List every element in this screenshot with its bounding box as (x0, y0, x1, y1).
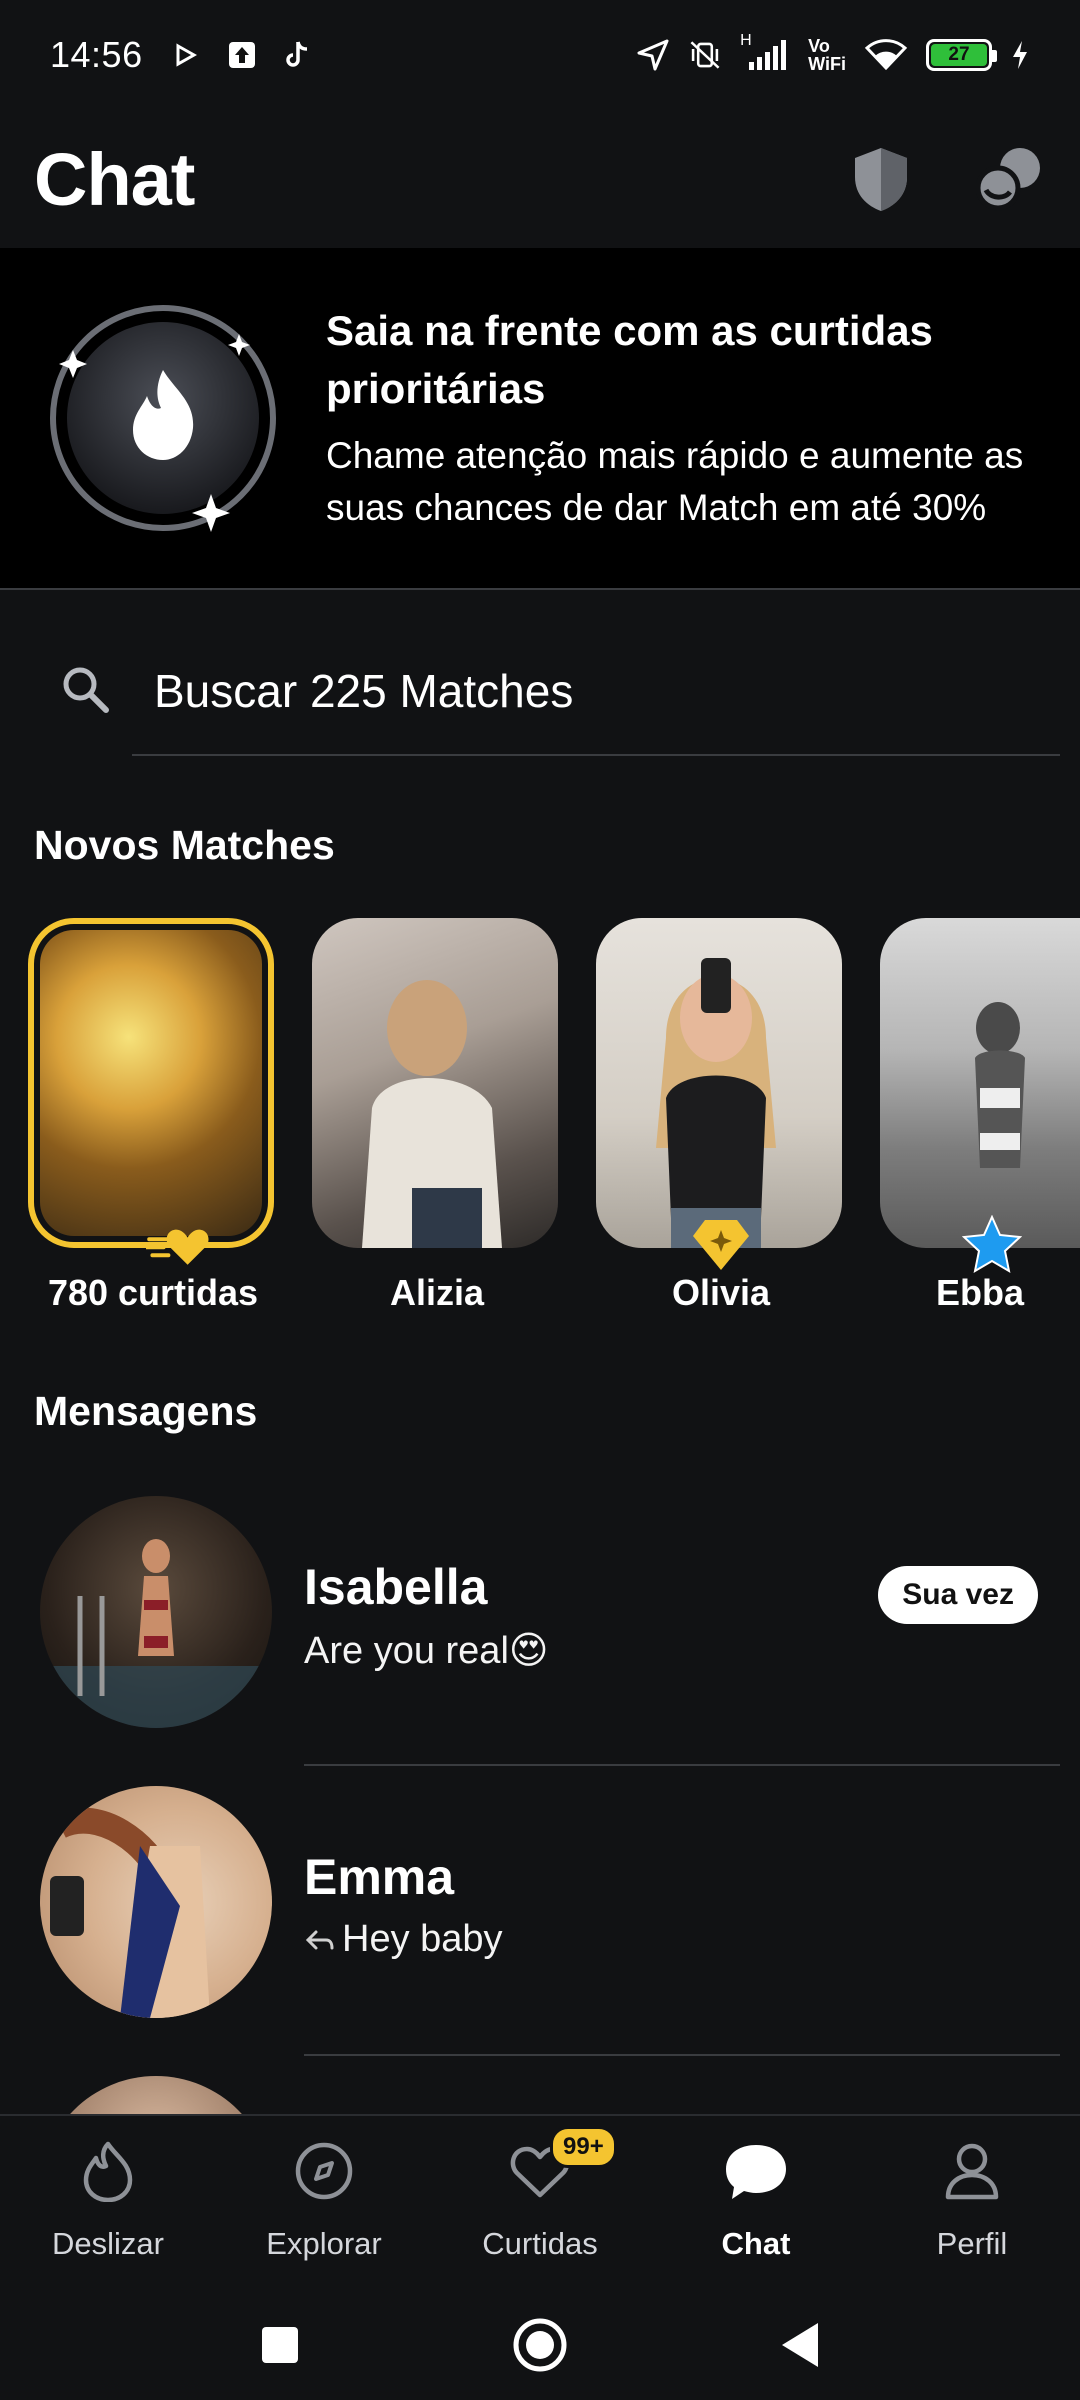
priority-likes-banner[interactable]: Saia na frente com as curtidas prioritár… (0, 248, 1080, 590)
battery-indicator: 27 (926, 39, 997, 71)
shield-icon (855, 148, 907, 211)
likes-photo (28, 918, 274, 1248)
match-card-likes[interactable]: 780 curtidas (28, 918, 278, 1313)
contact-name: Emma (304, 1849, 455, 1905)
chat-bubbles-icon (976, 148, 1040, 211)
status-bar: 14:56 H Vo WiFi 27 (0, 0, 1080, 110)
divider (304, 2054, 1060, 2056)
upload-icon (225, 38, 259, 72)
app-header: Chat (0, 110, 1080, 248)
tab-label: Deslizar (52, 2226, 164, 2261)
match-name: Alizia (389, 1272, 485, 1313)
new-matches-carousel[interactable]: 780 curtidas Alizia Olivia Ebba (0, 918, 1080, 1318)
bottom-navigation: Deslizar Explorar 99+ Curtidas Chat Perf… (0, 2114, 1080, 2290)
message-preview: Are you real😍 (304, 1630, 549, 1672)
tiktok-icon (281, 38, 315, 72)
location-arrow-icon (636, 38, 670, 72)
your-turn-badge: Sua vez (878, 1566, 1038, 1624)
home-button[interactable] (510, 2315, 570, 2375)
flame-icon (73, 2136, 143, 2206)
charging-bolt-icon (1010, 38, 1030, 72)
person-icon (937, 2136, 1007, 2206)
tab-label: Chat (721, 2226, 791, 2261)
messages-title: Mensagens (34, 1388, 258, 1434)
contact-name: Isabella (304, 1559, 488, 1615)
status-indicators: H Vo WiFi 27 (636, 32, 1030, 74)
match-photo (880, 918, 1080, 1248)
vibrate-off-icon (688, 38, 722, 72)
gold-gem-icon (689, 1214, 753, 1274)
reply-arrow-icon (305, 1930, 334, 1949)
notification-icons (169, 38, 315, 72)
play-icon (169, 38, 203, 72)
status-time: 14:56 (50, 34, 143, 75)
match-photo (312, 918, 558, 1248)
recents-button[interactable] (250, 2315, 310, 2375)
tab-perfil[interactable]: Perfil (864, 2116, 1080, 2290)
signal-icon: H (740, 32, 790, 72)
triangle-back-icon (782, 2323, 818, 2367)
square-icon (262, 2327, 298, 2363)
tab-label: Explorar (266, 2226, 382, 2261)
promo-title: Saia na frente com as curtidas prioritár… (326, 307, 933, 412)
tab-chat[interactable]: Chat (648, 2116, 864, 2290)
search-underline (132, 754, 1060, 756)
message-row-emma[interactable]: Emma Hey baby (0, 1766, 1080, 2056)
match-name: 780 curtidas (47, 1272, 259, 1313)
battery-level: 27 (931, 44, 987, 66)
avatar (40, 1786, 272, 2018)
page-title: Chat (34, 137, 195, 221)
safety-shield-button[interactable] (846, 144, 916, 214)
tab-deslizar[interactable]: Deslizar (0, 2116, 216, 2290)
network-type: H (740, 32, 752, 49)
message-preview-row: Hey baby (304, 1918, 503, 1961)
next-message-avatar-partial (40, 2076, 272, 2114)
search-bar: Buscar 225 Matches (0, 640, 1080, 760)
new-matches-title: Novos Matches (34, 822, 335, 868)
match-card-olivia[interactable]: Olivia (596, 918, 846, 1313)
match-name: Ebba (935, 1272, 1024, 1313)
priority-likes-art (0, 247, 326, 589)
match-card-alizia[interactable]: Alizia (312, 918, 562, 1313)
tab-label: Perfil (936, 2226, 1008, 2261)
tab-label: Curtidas (482, 2226, 598, 2261)
blue-star-icon (960, 1214, 1024, 1274)
promo-description: Chame atenção mais rápido e aumente as s… (326, 435, 1024, 528)
wifi-icon (864, 38, 908, 72)
compass-icon (289, 2136, 359, 2206)
volte-label: Vo WiFi (808, 36, 846, 74)
tab-curtidas[interactable]: 99+ Curtidas (432, 2116, 648, 2290)
back-button[interactable] (770, 2315, 830, 2375)
likes-count-badge: 99+ (550, 2126, 617, 2168)
chat-bubble-icon (721, 2136, 791, 2206)
message-preview: Hey baby (342, 1918, 503, 1960)
match-card-ebba[interactable]: Ebba (880, 918, 1080, 1313)
search-input[interactable]: Buscar 225 Matches (154, 664, 1014, 720)
avatar (40, 1496, 272, 1728)
tab-explorar[interactable]: Explorar (216, 2116, 432, 2290)
search-icon (63, 667, 109, 713)
match-photo (596, 918, 842, 1248)
gold-heart-icon (146, 1214, 210, 1274)
noonlight-button[interactable] (976, 144, 1046, 214)
message-row-isabella[interactable]: Isabella Are you real😍 Sua vez (0, 1476, 1080, 1766)
match-name: Olivia (671, 1272, 771, 1313)
circle-icon (513, 2318, 567, 2372)
system-navigation (0, 2290, 1080, 2400)
